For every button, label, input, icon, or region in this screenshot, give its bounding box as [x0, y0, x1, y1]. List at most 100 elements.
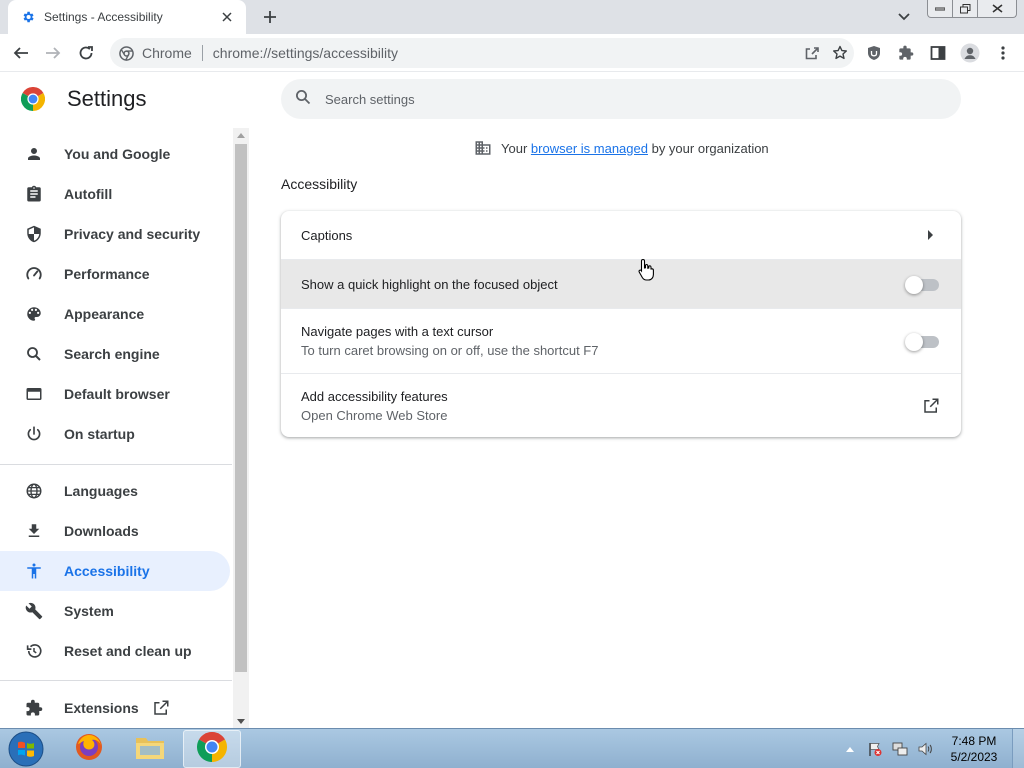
volume-icon[interactable]	[915, 739, 935, 759]
accessibility-card: Captions Show a quick highlight on the f…	[281, 211, 961, 437]
sidebar-item-privacy-and-security[interactable]: Privacy and security	[0, 214, 232, 254]
row-text: Show a quick highlight on the focused ob…	[301, 277, 907, 292]
power-icon	[24, 424, 44, 444]
sidebar-item-label: Downloads	[64, 523, 139, 539]
clipboard-icon	[24, 184, 44, 204]
profile-avatar-icon[interactable]	[957, 40, 983, 66]
managed-suffix: by your organization	[651, 140, 769, 156]
action-center-flag-icon[interactable]	[865, 739, 885, 759]
focus-highlight-row[interactable]: Show a quick highlight on the focused ob…	[281, 259, 961, 308]
sidebar-item-system[interactable]: System	[0, 591, 232, 631]
chrome-icon	[196, 731, 228, 767]
reload-icon[interactable]	[73, 40, 99, 66]
scroll-down-arrow-icon[interactable]	[233, 714, 249, 728]
building-icon	[474, 139, 492, 157]
tab-strip: Settings - Accessibility	[0, 0, 1024, 34]
chrome-site-icon	[118, 45, 134, 61]
sidebar-item-label: Languages	[64, 483, 138, 499]
row-label: Show a quick highlight on the focused ob…	[301, 276, 558, 292]
close-tab-icon[interactable]	[218, 8, 236, 26]
sidebar-item-label: Privacy and security	[64, 226, 201, 242]
sidebar-scrollbar[interactable]	[233, 128, 249, 728]
caret-browsing-row[interactable]: Navigate pages with a text cursor To tur…	[281, 308, 961, 373]
row-text: Navigate pages with a text cursor To tur…	[301, 324, 907, 358]
network-icon[interactable]	[890, 739, 910, 759]
sidebar-item-default-browser[interactable]: Default browser	[0, 374, 232, 414]
clock-time: 7:48 PM	[951, 734, 997, 748]
show-hidden-icons-arrow-icon[interactable]	[840, 739, 860, 759]
back-arrow-icon[interactable]	[8, 40, 34, 66]
settings-gear-icon	[20, 9, 36, 25]
taskbar-clock[interactable]: 7:48 PM 5/2/2023	[944, 733, 1004, 765]
search-settings-input[interactable]: Search settings	[281, 79, 961, 119]
window-close-button[interactable]	[977, 0, 1017, 18]
sidebar-item-extensions[interactable]: Extensions	[0, 688, 232, 728]
sidebar-item-label: Extensions	[64, 700, 139, 716]
taskbar-chrome[interactable]	[183, 730, 241, 768]
browser-toolbar: Chrome chrome://settings/accessibility	[0, 34, 1024, 72]
window-restore-button[interactable]	[952, 0, 978, 18]
sidebar-item-autofill[interactable]: Autofill	[0, 174, 232, 214]
address-bar[interactable]: Chrome chrome://settings/accessibility	[110, 38, 854, 68]
row-sublabel: Open Chrome Web Store	[301, 407, 448, 423]
search-icon	[295, 89, 311, 110]
sidebar-item-you-and-google[interactable]: You and Google	[0, 134, 232, 174]
captions-row[interactable]: Captions	[281, 211, 961, 259]
speedometer-icon	[24, 264, 44, 284]
scroll-up-arrow-icon[interactable]	[233, 128, 249, 142]
sidebar-item-performance[interactable]: Performance	[0, 254, 232, 294]
clock-date: 5/2/2023	[950, 750, 998, 764]
accessibility-icon	[24, 561, 44, 581]
history-icon	[24, 641, 44, 661]
search-icon	[24, 344, 44, 364]
caret-browsing-toggle[interactable]	[905, 333, 941, 351]
sidebar-item-appearance[interactable]: Appearance	[0, 294, 232, 334]
browser-managed-link[interactable]: browser is managed	[531, 141, 648, 156]
new-tab-icon[interactable]	[258, 6, 282, 28]
sidebar-item-label: Reset and clean up	[64, 643, 192, 659]
windows-taskbar: 7:48 PM 5/2/2023	[0, 728, 1024, 768]
show-desktop-button[interactable]	[1012, 729, 1024, 768]
wrench-icon	[24, 601, 44, 621]
tab-settings[interactable]: Settings - Accessibility	[8, 0, 246, 34]
extensions-puzzle-icon[interactable]	[893, 40, 919, 66]
sidebar-item-label: System	[64, 603, 114, 619]
row-label: Navigate pages with a text cursor	[301, 324, 494, 339]
chrome-logo-icon	[20, 86, 46, 111]
file-explorer-icon	[134, 733, 166, 766]
toggle-knob	[905, 333, 923, 351]
ublock-shield-icon[interactable]	[861, 40, 887, 66]
sidebar-item-label: Autofill	[64, 186, 113, 202]
sidebar-item-on-startup[interactable]: On startup	[0, 414, 232, 454]
arrow-right-icon	[921, 225, 941, 245]
add-accessibility-features-row[interactable]: Add accessibility features Open Chrome W…	[281, 373, 961, 437]
sidebar-item-label: Performance	[64, 266, 150, 282]
browser-window-icon	[24, 384, 44, 404]
bookmark-star-icon[interactable]	[826, 40, 854, 66]
scroll-thumb[interactable]	[235, 144, 247, 672]
firefox-icon	[74, 732, 104, 767]
more-menu-icon[interactable]	[990, 40, 1016, 66]
page-title: Settings	[67, 86, 147, 111]
forward-arrow-icon[interactable]	[40, 40, 66, 66]
share-icon[interactable]	[798, 40, 826, 66]
taskbar-file-explorer[interactable]	[121, 730, 179, 768]
sidebar-item-downloads[interactable]: Downloads	[0, 511, 232, 551]
row-text: Add accessibility features Open Chrome W…	[301, 389, 921, 423]
taskbar-firefox[interactable]	[60, 730, 118, 768]
sidebar-item-reset-and-clean-up[interactable]: Reset and clean up	[0, 631, 232, 671]
sidebar-item-accessibility[interactable]: Accessibility	[0, 551, 230, 591]
managed-prefix: Your	[501, 140, 528, 156]
url-text[interactable]: chrome://settings/accessibility	[213, 45, 798, 61]
sidebar-item-label: Default browser	[64, 386, 170, 402]
start-button[interactable]	[6, 730, 46, 768]
window-minimize-button[interactable]	[927, 0, 953, 18]
palette-icon	[24, 304, 44, 324]
sidebar-item-search-engine[interactable]: Search engine	[0, 334, 232, 374]
tab-search-chevron-icon[interactable]	[894, 8, 914, 26]
sidebar-item-label: Appearance	[64, 306, 145, 322]
sidebar-item-languages[interactable]: Languages	[0, 471, 232, 511]
focus-highlight-toggle[interactable]	[905, 276, 941, 294]
side-panel-icon[interactable]	[925, 40, 951, 66]
managed-notice: Your browser is managed by your organiza…	[474, 139, 769, 157]
